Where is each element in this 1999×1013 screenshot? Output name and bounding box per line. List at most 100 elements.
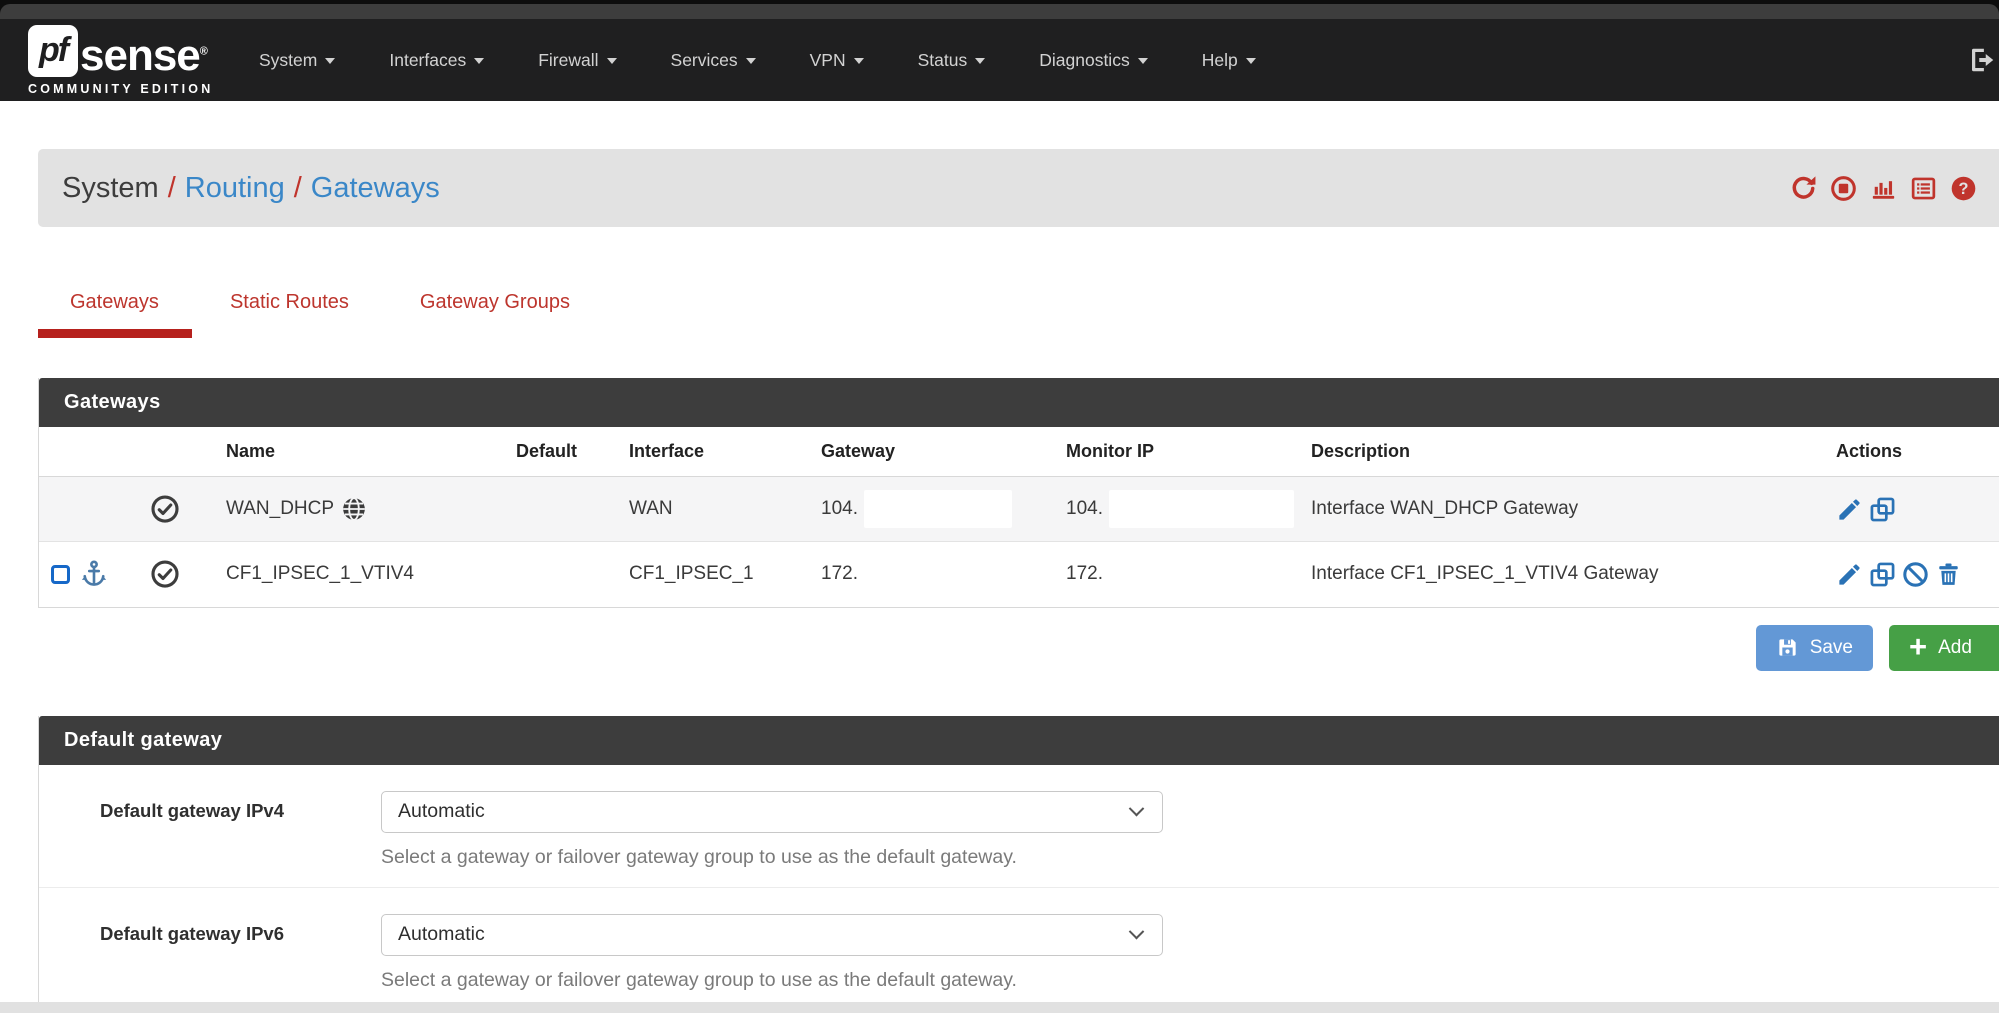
chevron-down-icon — [1246, 58, 1256, 64]
header-actions: Actions — [1816, 427, 1999, 477]
sign-out-icon[interactable] — [1967, 45, 1997, 75]
edit-icon[interactable] — [1836, 496, 1863, 523]
breadcrumb-system: System — [62, 172, 159, 204]
table-row: CF1_IPSEC_1_VTIV4 CF1_IPSEC_1 172. 172. … — [39, 542, 1999, 607]
sense-logo-text: sense® — [80, 35, 207, 77]
header-select — [39, 427, 131, 477]
header-default: Default — [496, 427, 609, 477]
edit-icon[interactable] — [1836, 561, 1863, 588]
check-circle-icon — [150, 494, 180, 524]
gateways-panel: Gateways Name Default Interface Gateway … — [38, 378, 1999, 608]
chart-bar-icon[interactable] — [1870, 175, 1897, 202]
gateway-interface-cell: WAN — [609, 477, 801, 542]
log-list-icon[interactable] — [1910, 175, 1937, 202]
registered-mark: ® — [200, 45, 207, 57]
gateway-address-cell: 172. — [801, 542, 1046, 607]
disable-ban-icon[interactable] — [1902, 561, 1929, 588]
default-gateway-ipv6-label: Default gateway IPv6 — [39, 914, 284, 992]
default-gateway-title: Default gateway — [39, 716, 1999, 765]
save-floppy-icon — [1776, 636, 1799, 659]
header-status — [131, 427, 206, 477]
menu-help[interactable]: Help — [1175, 50, 1283, 71]
gateway-actions-cell — [1816, 477, 1999, 542]
chevron-down-icon — [325, 58, 335, 64]
breadcrumb-separator: / — [159, 172, 185, 204]
breadcrumb-routing-link[interactable]: Routing — [185, 172, 285, 204]
chevron-down-icon — [854, 58, 864, 64]
gateway-default-cell — [496, 542, 609, 607]
header-interface: Interface — [609, 427, 801, 477]
refresh-icon[interactable] — [1790, 175, 1817, 202]
add-button[interactable]: + Add — [1889, 625, 1999, 671]
default-gateway-ipv4-help: Select a gateway or failover gateway gro… — [381, 846, 1163, 869]
monitor-ip-cell: 172. — [1046, 542, 1291, 607]
chevron-down-icon — [746, 58, 756, 64]
menu-services[interactable]: Services — [644, 50, 783, 71]
window-top-edge — [0, 0, 1999, 19]
page-bottom-edge — [0, 1002, 1999, 1013]
copy-icon[interactable] — [1869, 561, 1896, 588]
top-navbar: pf sense® COMMUNITY EDITION System Inter… — [0, 19, 1999, 101]
window-title-strip — [0, 4, 1999, 19]
globe-icon — [341, 496, 367, 522]
header-gateway: Gateway — [801, 427, 1046, 477]
redacted-value — [1109, 490, 1294, 528]
chevron-down-icon — [1129, 924, 1145, 940]
default-gateway-ipv6-help: Select a gateway or failover gateway gro… — [381, 969, 1163, 992]
pfsense-logo-top: pf sense® — [28, 25, 218, 77]
gateway-default-cell — [496, 477, 609, 542]
menu-system[interactable]: System — [232, 50, 362, 71]
table-actions-bar: Save + Add — [0, 625, 1999, 671]
pf-logo-mark: pf — [28, 25, 78, 77]
tab-gateways[interactable]: Gateways — [70, 291, 159, 338]
tab-gateway-groups[interactable]: Gateway Groups — [420, 291, 570, 338]
stop-circle-icon[interactable] — [1830, 175, 1857, 202]
copy-icon[interactable] — [1869, 496, 1896, 523]
default-gateway-panel: Default gateway Default gateway IPv4 Aut… — [38, 716, 1999, 1011]
header-description: Description — [1291, 427, 1816, 477]
gateway-description-cell: Interface WAN_DHCP Gateway — [1291, 477, 1816, 542]
tab-static-routes[interactable]: Static Routes — [230, 291, 349, 338]
gateway-interface-cell: CF1_IPSEC_1 — [609, 542, 801, 607]
menu-diagnostics[interactable]: Diagnostics — [1012, 50, 1174, 71]
default-gateway-ipv6-row: Default gateway IPv6 Automatic Select a … — [39, 887, 1999, 1010]
delete-trash-icon[interactable] — [1935, 561, 1962, 588]
default-gateway-ipv4-row: Default gateway IPv4 Automatic Select a … — [39, 765, 1999, 887]
menu-status[interactable]: Status — [891, 50, 1013, 71]
redacted-value — [864, 490, 1012, 528]
routing-tabs: Gateways Static Routes Gateway Groups — [70, 291, 1999, 338]
gateway-name-cell: WAN_DHCP — [206, 477, 496, 542]
checkbox-icon[interactable] — [51, 565, 70, 584]
menu-firewall[interactable]: Firewall — [511, 50, 643, 71]
gateway-actions-cell — [1816, 542, 1999, 607]
chevron-down-icon — [1129, 801, 1145, 817]
row-select-cell — [39, 477, 131, 542]
gateway-status-cell — [131, 477, 206, 542]
breadcrumb: System/Routing/Gateways — [62, 172, 440, 205]
chevron-down-icon — [607, 58, 617, 64]
plus-icon: + — [1909, 631, 1927, 662]
gateway-description-cell: Interface CF1_IPSEC_1_VTIV4 Gateway — [1291, 542, 1816, 607]
default-gateway-ipv6-select[interactable]: Automatic — [381, 914, 1163, 956]
gateway-name-cell: CF1_IPSEC_1_VTIV4 — [206, 542, 496, 607]
breadcrumb-panel: System/Routing/Gateways ? — [38, 149, 1999, 227]
help-icon[interactable]: ? — [1950, 175, 1977, 202]
svg-text:?: ? — [1959, 180, 1969, 198]
main-menu: System Interfaces Firewall Services VPN … — [232, 50, 1283, 71]
gateway-status-cell — [131, 542, 206, 607]
menu-interfaces[interactable]: Interfaces — [362, 50, 511, 71]
breadcrumb-gateways-link[interactable]: Gateways — [311, 172, 440, 204]
pfsense-logo[interactable]: pf sense® COMMUNITY EDITION — [28, 25, 218, 96]
table-row: WAN_DHCP WAN 104. 104. — [39, 477, 1999, 542]
community-edition-label: COMMUNITY EDITION — [28, 82, 218, 96]
gateway-address-cell: 104. — [801, 477, 1046, 542]
default-gateway-ipv4-label: Default gateway IPv4 — [39, 791, 284, 869]
row-select-cell — [39, 542, 131, 607]
monitor-ip-cell: 104. — [1046, 477, 1291, 542]
default-gateway-ipv4-select[interactable]: Automatic — [381, 791, 1163, 833]
menu-vpn[interactable]: VPN — [783, 50, 891, 71]
page-header-icons: ? — [1790, 175, 1977, 202]
gateways-table: Name Default Interface Gateway Monitor I… — [39, 427, 1999, 607]
save-button[interactable]: Save — [1756, 625, 1873, 671]
table-header-row: Name Default Interface Gateway Monitor I… — [39, 427, 1999, 477]
